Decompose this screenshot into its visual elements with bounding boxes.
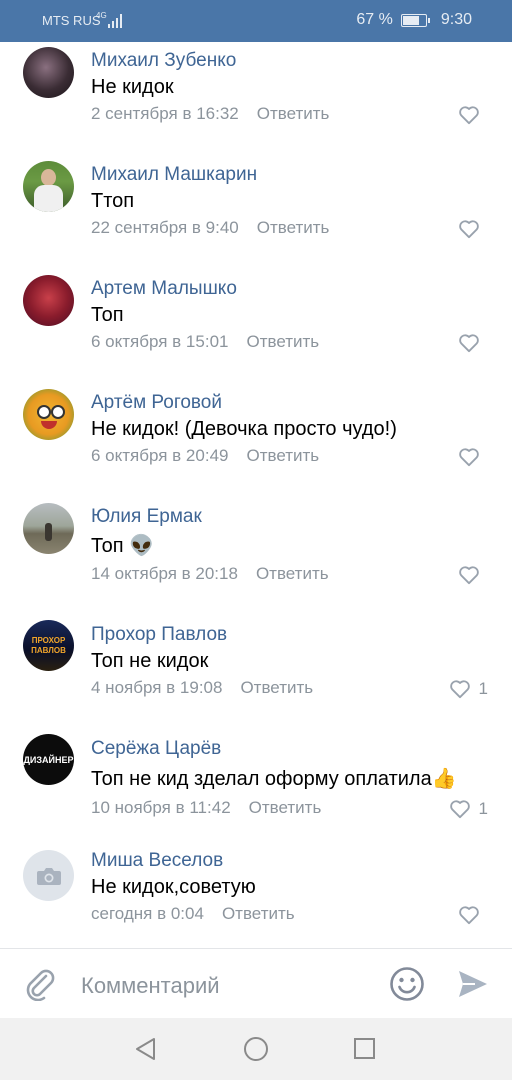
comment-item: ДИЗАЙНЕР Серёжа Царёв Топ не кид зделал … <box>0 730 512 848</box>
comment-date: сегодня в 0:04 <box>91 904 204 923</box>
avatar[interactable]: ПРОХОР ПАВЛОВ <box>23 620 74 671</box>
comment-text: Не кидок,советую <box>91 876 256 898</box>
comment-date: 22 сентября в 9:40 <box>91 218 239 237</box>
reply-button[interactable]: Ответить <box>249 798 322 817</box>
comment-date: 6 октября в 15:01 <box>91 332 229 351</box>
comment-text: Не кидок! (Девочка просто чудо!) <box>91 418 397 440</box>
comment-date: 10 ноября в 11:42 <box>91 798 231 817</box>
comment-meta: 10 ноября в 11:42 Ответить <box>91 798 321 818</box>
comment-item: Миша Веселов Не кидок,советую сегодня в … <box>0 848 512 962</box>
reply-button[interactable]: Ответить <box>246 332 319 351</box>
avatar[interactable] <box>23 161 74 212</box>
status-bar: MTS RUS 4G 67 % 9:30 <box>0 0 512 42</box>
comment-meta: 14 октября в 20:18 Ответить <box>91 564 329 584</box>
avatar[interactable] <box>23 275 74 326</box>
comment-item: Михаил Зубенко Не кидок 2 сентября в 16:… <box>0 42 512 156</box>
like-button[interactable] <box>458 447 488 467</box>
like-count: 1 <box>478 799 488 818</box>
comment-item: Артем Малышко Топ 6 октября в 15:01 Ответ… <box>0 270 512 384</box>
comment-text: Топ 👽 <box>91 535 155 557</box>
comment-input-bar: Комментарий <box>0 948 512 1019</box>
comment-date: 2 сентября в 16:32 <box>91 104 239 123</box>
comment-text: Топ <box>91 304 124 326</box>
comments-list: Михаил Зубенко Не кидок 2 сентября в 16:… <box>0 42 512 962</box>
comment-item: Юлия Ермак Топ 👽 14 октября в 20:18 Ответ… <box>0 498 512 616</box>
network-type: 4G <box>96 11 107 20</box>
heart-icon <box>459 220 479 239</box>
like-button[interactable] <box>458 565 488 585</box>
heart-icon <box>459 906 479 925</box>
comment-author[interactable]: Прохор Павлов <box>91 624 227 646</box>
comment-author[interactable]: Михаил Машкарин <box>91 164 257 186</box>
comment-date: 14 октября в 20:18 <box>91 564 238 583</box>
comment-author[interactable]: Михаил Зубенко <box>91 50 236 72</box>
avatar[interactable] <box>23 503 74 554</box>
avatar[interactable]: ДИЗАЙНЕР <box>23 734 74 785</box>
comment-meta: 22 сентября в 9:40 Ответить <box>91 218 329 238</box>
comment-text: Ттоп <box>91 190 135 212</box>
reply-button[interactable]: Ответить <box>246 446 319 465</box>
signal-icon <box>108 14 122 28</box>
comment-meta: 6 октября в 15:01 Ответить <box>91 332 319 352</box>
home-circle-icon[interactable] <box>243 1036 269 1062</box>
comment-text: Не кидок <box>91 76 174 98</box>
comment-text: Топ не кидок <box>91 650 209 672</box>
heart-icon <box>459 566 479 585</box>
comment-date: 4 ноября в 19:08 <box>91 678 223 697</box>
like-button[interactable]: 1 <box>449 679 488 699</box>
like-button[interactable]: 1 <box>449 799 488 819</box>
camera-icon <box>36 867 61 885</box>
reply-button[interactable]: Ответить <box>257 104 330 123</box>
comment-text: Топ не кид зделал оформу оплатила👍 <box>91 768 457 790</box>
comment-meta: сегодня в 0:04 Ответить <box>91 904 295 924</box>
heart-icon <box>449 680 470 699</box>
comment-item: Артём Роговой Не кидок! (Девочка просто … <box>0 384 512 498</box>
recents-square-icon[interactable] <box>353 1037 376 1060</box>
heart-icon <box>459 106 479 125</box>
like-button[interactable] <box>458 333 488 353</box>
comment-item: ПРОХОР ПАВЛОВ Прохор Павлов Топ не кидок… <box>0 616 512 730</box>
comment-author[interactable]: Миша Веселов <box>91 850 223 872</box>
clock: 9:30 <box>440 11 472 28</box>
reply-button[interactable]: Ответить <box>256 564 329 583</box>
comment-date: 6 октября в 20:49 <box>91 446 229 465</box>
avatar-logo-text: ДИЗАЙНЕР <box>23 754 74 765</box>
reply-button[interactable]: Ответить <box>240 678 313 697</box>
like-count: 1 <box>478 679 488 698</box>
comment-meta: 6 октября в 20:49 Ответить <box>91 446 319 466</box>
comment-item: Михаил Машкарин Ттоп 22 сентября в 9:40 О… <box>0 156 512 270</box>
carrier-name: MTS RUS <box>42 13 101 28</box>
comment-input[interactable]: Комментарий <box>81 973 220 999</box>
comment-meta: 2 сентября в 16:32 Ответить <box>91 104 329 124</box>
reply-button[interactable]: Ответить <box>222 904 295 923</box>
avatar[interactable] <box>23 389 74 440</box>
comment-author[interactable]: Артем Малышко <box>91 278 237 300</box>
like-button[interactable] <box>458 105 488 125</box>
back-triangle-icon[interactable] <box>134 1037 158 1061</box>
comment-author[interactable]: Артём Роговой <box>91 392 222 414</box>
system-nav-bar <box>0 1018 512 1080</box>
like-button[interactable] <box>458 219 488 239</box>
comment-meta: 4 ноября в 19:08 Ответить <box>91 678 313 698</box>
comment-author[interactable]: Юлия Ермак <box>91 506 202 528</box>
paperclip-icon[interactable] <box>24 967 56 1001</box>
avatar-logo-text: ПРОХОР ПАВЛОВ <box>31 635 66 655</box>
heart-icon <box>459 334 479 353</box>
comment-author[interactable]: Серёжа Царёв <box>91 738 221 760</box>
send-icon[interactable] <box>457 969 489 999</box>
battery-icon <box>400 13 430 27</box>
battery-percent: 67 % <box>356 11 393 28</box>
smiley-icon[interactable] <box>389 966 425 1002</box>
like-button[interactable] <box>458 905 488 925</box>
avatar[interactable] <box>23 850 74 901</box>
heart-icon <box>459 448 479 467</box>
reply-button[interactable]: Ответить <box>257 218 330 237</box>
heart-icon <box>449 800 470 819</box>
avatar[interactable] <box>23 47 74 98</box>
